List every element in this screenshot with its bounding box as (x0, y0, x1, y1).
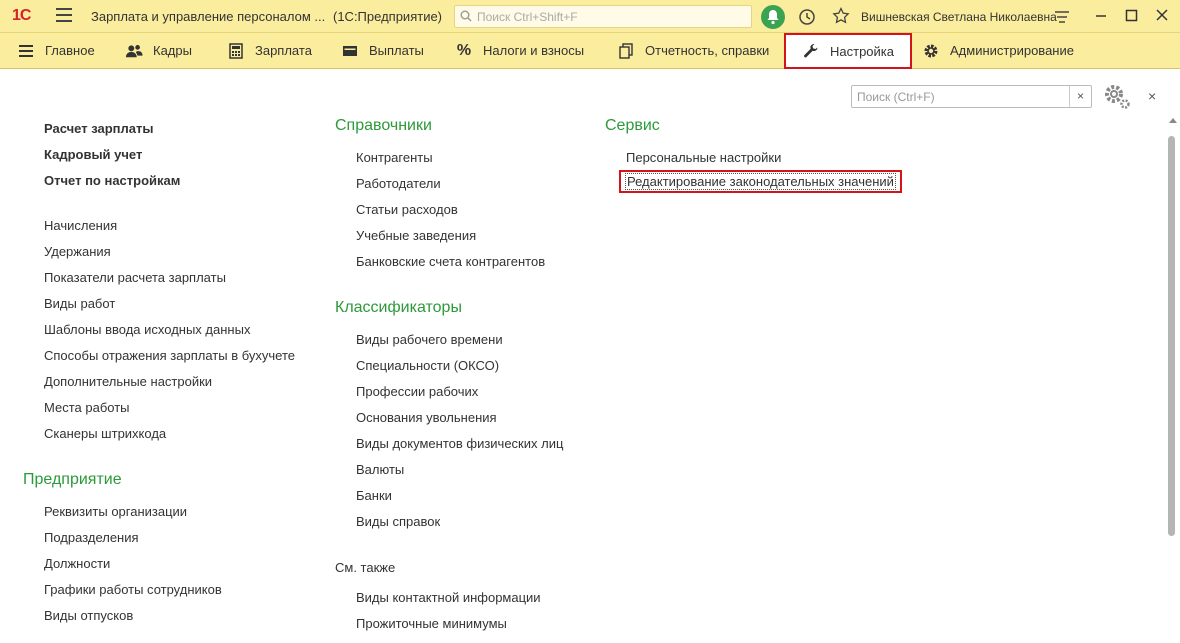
section-reports[interactable]: Отчетность, справки (617, 33, 769, 68)
link-accruals[interactable]: Начисления (44, 218, 117, 233)
section-label: Настройка (830, 43, 894, 59)
section-administration[interactable]: Администрирование (922, 33, 1074, 68)
section-hr[interactable]: Кадры (125, 33, 192, 68)
link-additional-settings[interactable]: Дополнительные настройки (44, 374, 212, 389)
link-work-types[interactable]: Виды работ (44, 296, 115, 311)
link-work-schedules[interactable]: Графики работы сотрудников (44, 582, 222, 597)
link-settings-report[interactable]: Отчет по настройкам (44, 173, 180, 188)
link-vacation-types[interactable]: Виды отпусков (44, 608, 133, 623)
section-taxes[interactable]: % Налоги и взносы (455, 33, 584, 68)
sections-panel: Главное Кадры Зарплата Выплаты % Налоги … (0, 33, 1180, 69)
link-educational-institutions[interactable]: Учебные заведения (356, 228, 476, 243)
settings-panel: Поиск (Ctrl+F) × × Расчет зарплаты Кадро… (0, 70, 1180, 643)
see-also-title: См. также (335, 560, 396, 575)
maximize-icon[interactable] (1125, 9, 1138, 22)
link-banks[interactable]: Банки (356, 488, 392, 503)
scroll-thumb[interactable] (1168, 136, 1175, 536)
main-menu-icon[interactable] (56, 8, 72, 24)
documents-icon (617, 42, 635, 60)
title-bar: 1С Зарплата и управление персоналом ... … (0, 0, 1180, 33)
link-positions[interactable]: Должности (44, 556, 110, 571)
link-counterparties[interactable]: Контрагенты (356, 150, 433, 165)
section-salary[interactable]: Зарплата (227, 33, 312, 68)
notifications-bell-icon[interactable] (761, 5, 785, 29)
favorites-star-icon[interactable] (832, 7, 850, 25)
link-certificate-types[interactable]: Виды справок (356, 514, 440, 529)
people-icon (125, 42, 143, 60)
gear-icon (922, 42, 940, 60)
link-dismissal-grounds[interactable]: Основания увольнения (356, 410, 497, 425)
link-contact-info-types[interactable]: Виды контактной информации (356, 590, 541, 605)
link-employers[interactable]: Работодатели (356, 176, 441, 191)
history-icon[interactable] (798, 8, 816, 26)
link-edit-legislative-values-label: Редактирование законодательных значений (625, 173, 896, 190)
link-subsistence-minimums[interactable]: Прожиточные минимумы (356, 616, 507, 631)
panel-close-button[interactable]: × (1148, 88, 1156, 104)
section-label: Отчетность, справки (645, 43, 770, 58)
app-title: Зарплата и управление персоналом ... (91, 9, 326, 24)
section-label: Налоги и взносы (483, 43, 585, 58)
panel-search-placeholder: Поиск (Ctrl+F) (857, 90, 935, 104)
hamburger-icon (17, 42, 35, 60)
wallet-icon (341, 42, 359, 60)
minimize-icon[interactable] (1094, 8, 1108, 22)
link-specialties[interactable]: Специальности (ОКСО) (356, 358, 499, 373)
section-payments[interactable]: Выплаты (341, 33, 424, 68)
section-label: Главное (45, 43, 95, 58)
link-input-templates[interactable]: Шаблоны ввода исходных данных (44, 322, 250, 337)
panel-settings-gear-icon[interactable] (1103, 84, 1131, 110)
window-close-icon[interactable] (1155, 8, 1169, 22)
vertical-scrollbar[interactable] (1166, 116, 1178, 643)
link-bank-accounts[interactable]: Банковские счета контрагентов (356, 254, 545, 269)
link-barcode-scanners[interactable]: Сканеры штрихкода (44, 426, 166, 441)
link-edit-legislative-values[interactable]: Редактирование законодательных значений (619, 170, 902, 193)
link-accounting-methods[interactable]: Способы отражения зарплаты в бухучете (44, 348, 295, 363)
settings-lines-icon[interactable] (1054, 9, 1070, 25)
link-workplaces[interactable]: Места работы (44, 400, 130, 415)
section-label: Администрирование (950, 43, 1074, 58)
link-worker-professions[interactable]: Профессии рабочих (356, 384, 478, 399)
global-search-input[interactable]: Поиск Ctrl+Shift+F (454, 5, 752, 28)
search-clear-button[interactable]: × (1069, 86, 1091, 107)
section-main[interactable]: Главное (17, 33, 95, 68)
link-organization-details[interactable]: Реквизиты организации (44, 504, 187, 519)
link-deductions[interactable]: Удержания (44, 244, 111, 259)
link-hr-accounting[interactable]: Кадровый учет (44, 147, 142, 162)
calculator-icon (227, 42, 245, 60)
panel-search-input[interactable]: Поиск (Ctrl+F) × (851, 85, 1092, 108)
link-work-time-types[interactable]: Виды рабочего времени (356, 332, 503, 347)
group-title-classifiers: Классификаторы (335, 299, 462, 316)
app-logo[interactable]: 1С (12, 7, 31, 25)
scroll-up-arrow-icon[interactable] (1169, 118, 1177, 123)
link-payroll-calculation[interactable]: Расчет зарплаты (44, 121, 153, 136)
section-label: Кадры (153, 43, 192, 58)
link-departments[interactable]: Подразделения (44, 530, 139, 545)
wrench-icon (802, 42, 820, 60)
group-title-enterprise: Предприятие (23, 471, 122, 488)
current-user[interactable]: Вишневская Светлана Николаевна (861, 10, 1057, 24)
link-currencies[interactable]: Валюты (356, 462, 404, 477)
link-expense-items[interactable]: Статьи расходов (356, 202, 458, 217)
section-label: Выплаты (369, 43, 424, 58)
percent-icon: % (456, 41, 472, 59)
group-title-directories: Справочники (335, 117, 432, 134)
global-search-placeholder: Поиск Ctrl+Shift+F (477, 10, 578, 24)
group-title-service: Сервис (605, 117, 660, 134)
link-payroll-indicators[interactable]: Показатели расчета зарплаты (44, 270, 226, 285)
search-icon (460, 10, 472, 22)
section-settings[interactable]: Настройка (784, 33, 912, 69)
app-platform: (1С:Предприятие) (333, 9, 443, 24)
section-label: Зарплата (255, 43, 312, 58)
link-personal-settings[interactable]: Персональные настройки (626, 150, 781, 165)
link-identity-document-types[interactable]: Виды документов физических лиц (356, 436, 563, 451)
